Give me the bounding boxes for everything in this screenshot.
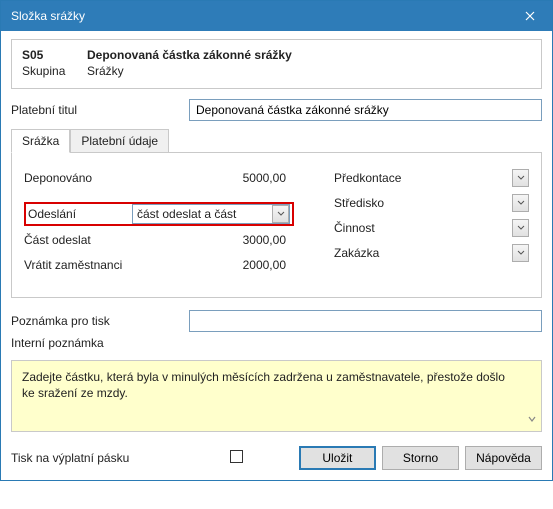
notes-section: Poznámka pro tisk Interní poznámka [11,310,542,350]
code-label: S05 [22,48,87,62]
tabs: Srážka Platební údaje [11,129,542,153]
stredisko-dropdown[interactable] [512,194,529,212]
tisk-checkbox[interactable] [230,450,243,463]
zakazka-dropdown[interactable] [512,244,529,262]
odeslani-label: Odeslání [26,207,132,221]
payment-title-row: Platební titul [11,99,542,121]
tab-platebni-udaje[interactable]: Platební údaje [70,129,169,153]
cancel-button[interactable]: Storno [382,446,459,470]
footer: Tisk na výplatní pásku Uložit Storno Náp… [11,446,542,470]
code-value: Deponovaná částka zákonné srážky [87,48,292,62]
save-button[interactable]: Uložit [299,446,376,470]
left-column: Deponováno 5000,00 Odeslání část odeslat… [24,167,294,279]
close-button[interactable] [507,1,552,31]
group-label: Skupina [22,64,87,78]
odeslani-row-highlight: Odeslání část odeslat a část [24,202,294,226]
chevron-down-icon[interactable] [272,205,289,223]
tab-srazka[interactable]: Srážka [11,129,70,153]
note-print-label: Poznámka pro tisk [11,314,189,328]
stredisko-label: Středisko [334,196,424,210]
help-text: Zadejte částku, která byla v minulých mě… [22,369,531,401]
right-column: Předkontace Středisko [334,167,529,279]
titlebar: Složka srážky [1,1,552,31]
odeslani-value: část odeslat a část [137,207,272,221]
header-box: S05 Deponovaná částka zákonné srážky Sku… [11,39,542,89]
content: S05 Deponovaná částka zákonné srážky Sku… [1,31,552,480]
cast-odeslat-label: Část odeslat [24,233,134,247]
note-internal-label: Interní poznámka [11,336,189,350]
window-title: Složka srážky [11,9,507,23]
deponovano-value: 5000,00 [134,171,292,185]
payment-title-input[interactable] [189,99,542,121]
cinnost-dropdown[interactable] [512,219,529,237]
predkontace-dropdown[interactable] [512,169,529,187]
help-box: Zadejte částku, která byla v minulých mě… [11,360,542,432]
tisk-label: Tisk na výplatní pásku [11,451,230,465]
cinnost-label: Činnost [334,221,424,235]
group-value: Srážky [87,64,124,78]
scroll-down-icon[interactable] [526,413,538,428]
predkontace-label: Předkontace [334,171,424,185]
odeslani-select[interactable]: část odeslat a část [132,204,290,224]
vratit-label: Vrátit zaměstnanci [24,258,134,272]
payment-title-label: Platební titul [11,103,189,117]
vratit-value: 2000,00 [134,258,292,272]
zakazka-label: Zakázka [334,246,424,260]
cast-odeslat-value: 3000,00 [134,233,292,247]
help-button[interactable]: Nápověda [465,446,542,470]
deponovano-label: Deponováno [24,171,134,185]
note-print-input[interactable] [189,310,542,332]
tab-body: Deponováno 5000,00 Odeslání část odeslat… [11,152,542,298]
dialog-window: Složka srážky S05 Deponovaná částka záko… [0,0,553,481]
